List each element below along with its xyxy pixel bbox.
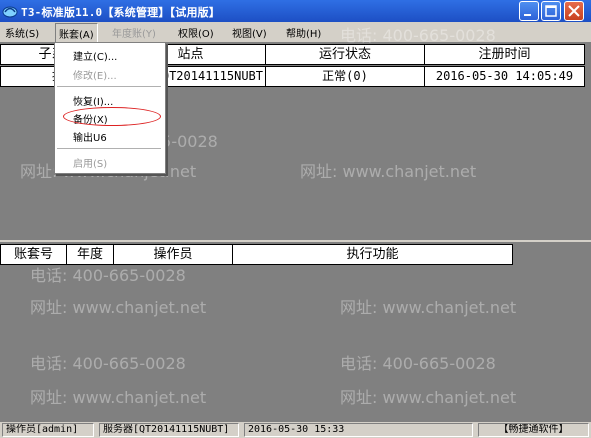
minimize-icon: [524, 14, 531, 16]
menu-item-export-u6[interactable]: 输出U6: [73, 129, 107, 144]
watermark-phone: 电话: 400-665-0028: [340, 354, 496, 373]
highlight-circle: [63, 107, 161, 126]
maximize-icon: [545, 5, 557, 17]
account-dropdown-menu: 建立(C)... 修改(E)... 恢复(I)... 备份(X) 输出U6 启用…: [54, 42, 166, 174]
table-cell-status[interactable]: 正常(0): [265, 66, 425, 87]
column-header[interactable]: 操作员: [113, 244, 233, 265]
menu-year-account[interactable]: 年度账(Y): [112, 25, 156, 40]
menu-system[interactable]: 系统(S): [5, 25, 39, 40]
menu-bar: 系统(S) 账套(A) 年度账(Y) 权限(O) 视图(V) 帮助(H): [0, 22, 591, 44]
column-header[interactable]: 年度: [66, 244, 114, 265]
column-header[interactable]: 执行功能: [232, 244, 513, 265]
menu-help[interactable]: 帮助(H): [286, 25, 321, 40]
watermark-phone: 电话: 400-665-0028: [340, 26, 496, 45]
app-logo-icon: [2, 6, 18, 18]
status-server: 服务器[QT20141115NUBT]: [99, 423, 239, 437]
close-icon: [568, 5, 580, 17]
panel-splitter[interactable]: [0, 240, 591, 242]
watermark-site: 网址: www.chanjet.net: [300, 162, 477, 181]
window-title: T3-标准版11.0【系统管理】【试用版】: [21, 6, 221, 19]
menu-account[interactable]: 账套(A): [55, 23, 98, 44]
close-button[interactable]: [564, 1, 584, 21]
watermark-site: 网址: www.chanjet.net: [340, 298, 517, 317]
menu-view[interactable]: 视图(V): [232, 25, 267, 40]
table-cell-time[interactable]: 2016-05-30 14:05:49: [424, 66, 585, 87]
menu-separator: [57, 148, 161, 149]
watermark-site: 网址: www.chanjet.net: [340, 388, 517, 407]
watermark-phone: 电话: 400-665-0028: [30, 354, 186, 373]
menu-item-restore[interactable]: 恢复(I)...: [73, 93, 113, 108]
menu-item-modify[interactable]: 修改(E)...: [73, 67, 117, 82]
watermark-site: 网址: www.chanjet.net: [30, 388, 207, 407]
maximize-button[interactable]: [541, 1, 561, 21]
watermark-phone: 电话: 400-665-0028: [30, 266, 186, 285]
status-brand: 【畅捷通软件】: [478, 423, 589, 437]
menu-separator: [57, 86, 161, 87]
menu-item-enable[interactable]: 启用(S): [73, 155, 107, 170]
minimize-button[interactable]: [519, 1, 539, 21]
column-header[interactable]: 账套号: [0, 244, 67, 265]
status-bar: 操作员[admin] 服务器[QT20141115NUBT] 2016-05-3…: [0, 422, 591, 438]
column-header[interactable]: 注册时间: [424, 44, 585, 65]
watermark-site: 网址: www.chanjet.net: [30, 298, 207, 317]
column-header[interactable]: 运行状态: [265, 44, 425, 65]
title-bar: T3-标准版11.0【系统管理】【试用版】: [0, 0, 591, 22]
status-datetime: 2016-05-30 15:33: [244, 423, 473, 437]
menu-item-create[interactable]: 建立(C)...: [73, 48, 117, 63]
menu-permission[interactable]: 权限(O): [178, 25, 214, 40]
status-operator: 操作员[admin]: [2, 423, 94, 437]
